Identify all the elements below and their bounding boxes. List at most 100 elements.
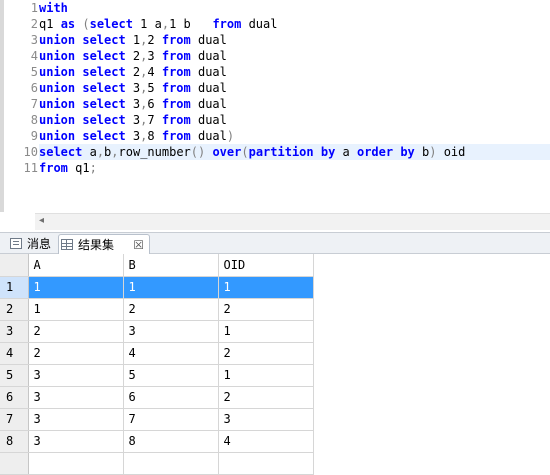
code-token: 1 (125, 33, 141, 47)
code-token: dual (190, 49, 227, 63)
tab-results[interactable]: 结果集 ☒ (58, 234, 150, 254)
code-line[interactable]: select a,b,row_number() over(partition b… (39, 144, 550, 160)
empty-row (0, 452, 314, 475)
sql-keyword: from (212, 17, 242, 31)
table-cell[interactable]: 4 (218, 430, 314, 453)
code-token: , (111, 145, 119, 159)
table-cell[interactable]: 3 (218, 408, 314, 431)
column-header-a[interactable]: A (28, 254, 124, 277)
table-row[interactable]: 1111 (0, 276, 314, 299)
row-header[interactable]: 3 (0, 320, 29, 343)
table-cell[interactable]: 3 (123, 320, 219, 343)
row-header[interactable]: 7 (0, 408, 29, 431)
table-row[interactable]: 7373 (0, 408, 314, 431)
code-token: row_number (118, 145, 191, 159)
code-line[interactable]: union select 3,8 from dual) (39, 128, 550, 144)
line-number: 11 (23, 161, 38, 175)
code-token: dual (190, 81, 227, 95)
sql-keyword: from (161, 65, 191, 79)
table-cell[interactable]: 1 (218, 364, 314, 387)
row-header[interactable]: 4 (0, 342, 29, 365)
sql-keyword: over (212, 145, 242, 159)
result-grid-icon (61, 239, 73, 250)
table-cell[interactable]: 7 (123, 408, 219, 431)
code-token: 2 (125, 65, 141, 79)
tab-messages[interactable]: 消息 (8, 234, 56, 254)
table-cell[interactable]: 6 (123, 386, 219, 409)
code-line[interactable]: union select 3,5 from dual (39, 80, 550, 96)
code-token: , (161, 17, 170, 31)
table-cell[interactable]: 2 (28, 342, 124, 365)
table-cell[interactable]: 1 (218, 320, 314, 343)
row-header[interactable]: 5 (0, 364, 29, 387)
table-row[interactable]: 6362 (0, 386, 314, 409)
table-cell[interactable]: 3 (28, 386, 124, 409)
corner-cell[interactable] (0, 254, 29, 277)
code-line[interactable]: union select 3,7 from dual (39, 112, 550, 128)
code-token: 6 (147, 97, 162, 111)
code-token: dual (241, 17, 278, 31)
table-cell[interactable]: 3 (28, 430, 124, 453)
sql-editor[interactable]: 1 2 3 4 5 6 7 8 9 10 11 with q1 as (select 1 a,1 b … (0, 0, 550, 212)
row-header[interactable]: 6 (0, 386, 29, 409)
table-row[interactable]: 5351 (0, 364, 314, 387)
row-header[interactable]: 2 (0, 298, 29, 321)
empty-cell (218, 452, 314, 475)
table-cell[interactable]: 1 (123, 276, 219, 299)
table-row[interactable]: 8384 (0, 430, 314, 453)
line-number: 5 (30, 65, 38, 79)
sql-keyword: partition by (248, 145, 336, 159)
column-header-oid[interactable]: OID (218, 254, 314, 277)
result-grid[interactable]: A B OID 11112122323142425351636273738384 (0, 254, 550, 475)
code-token: dual (190, 33, 227, 47)
code-line[interactable]: from q1; (39, 160, 550, 176)
result-tab-bar: 消息 结果集 ☒ (0, 232, 550, 254)
sql-keyword: union select (39, 129, 126, 143)
code-line[interactable]: with (39, 0, 550, 16)
row-header[interactable]: 1 (0, 276, 29, 299)
table-cell[interactable]: 2 (218, 298, 314, 321)
table-row[interactable]: 3231 (0, 320, 314, 343)
code-token: , (96, 145, 105, 159)
empty-cell (123, 452, 219, 475)
row-header[interactable]: 8 (0, 430, 29, 453)
sql-keyword: union select (39, 113, 126, 127)
column-header-b[interactable]: B (123, 254, 219, 277)
scroll-left-arrow-icon[interactable]: ◂ (39, 215, 44, 226)
sql-keyword: select (89, 17, 133, 31)
table-cell[interactable]: 1 (218, 276, 314, 299)
sql-keyword: as (60, 17, 76, 31)
table-cell[interactable]: 3 (28, 364, 124, 387)
table-cell[interactable]: 2 (123, 298, 219, 321)
editor-horizontal-scrollbar[interactable]: ◂ (35, 213, 550, 230)
code-token: dual (190, 65, 227, 79)
table-cell[interactable]: 1 (28, 298, 124, 321)
close-tab-icon[interactable]: ☒ (133, 235, 144, 255)
sql-keyword: union select (39, 49, 126, 63)
table-row[interactable]: 2122 (0, 298, 314, 321)
sql-keyword: union select (39, 65, 126, 79)
code-token: dual (190, 97, 227, 111)
code-area[interactable]: with q1 as (select 1 a,1 b from dual union… (39, 0, 550, 212)
table-cell[interactable]: 8 (123, 430, 219, 453)
table-row[interactable]: 4242 (0, 342, 314, 365)
table-cell[interactable]: 2 (28, 320, 124, 343)
sql-keyword: from (161, 97, 191, 111)
result-table: A B OID 11112122323142425351636273738384 (0, 254, 314, 475)
table-cell[interactable]: 1 (28, 276, 124, 299)
table-cell[interactable]: 2 (218, 386, 314, 409)
table-cell[interactable]: 2 (218, 342, 314, 365)
table-cell[interactable]: 5 (123, 364, 219, 387)
code-line[interactable]: q1 as (select 1 a,1 b from dual (39, 16, 550, 32)
messages-icon (10, 238, 22, 249)
sql-keyword: from (161, 49, 191, 63)
code-token: 2 (147, 33, 162, 47)
code-token: 3 (125, 113, 141, 127)
sql-keyword: select (39, 145, 83, 159)
code-line[interactable]: union select 2,4 from dual (39, 64, 550, 80)
code-line[interactable]: union select 3,6 from dual (39, 96, 550, 112)
code-line[interactable]: union select 1,2 from dual (39, 32, 550, 48)
table-cell[interactable]: 3 (28, 408, 124, 431)
table-cell[interactable]: 4 (123, 342, 219, 365)
code-line[interactable]: union select 2,3 from dual (39, 48, 550, 64)
